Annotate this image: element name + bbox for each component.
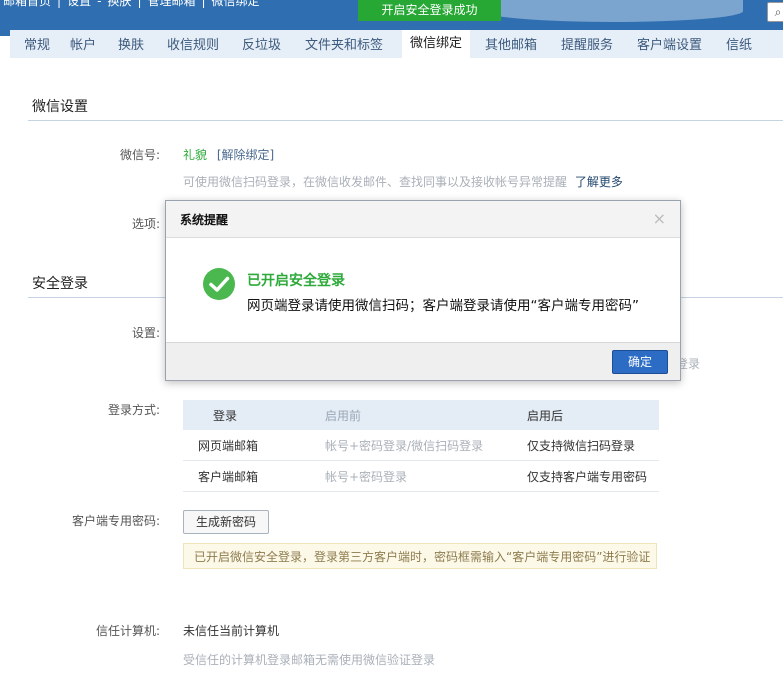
tab-folders-labels[interactable]: 文件夹和标签 — [305, 34, 383, 53]
top-separator: | — [201, 0, 206, 8]
top-link-manage[interactable]: 管理邮箱 — [144, 0, 198, 8]
tab-mail-rules[interactable]: 收信规则 — [167, 34, 219, 53]
table-header: 启用后 — [526, 400, 659, 430]
table-header-row: 登录 启用前 启用后 — [183, 400, 659, 430]
generate-password-button[interactable]: 生成新密码 — [183, 510, 269, 534]
section-title-wechat: 微信设置 — [32, 99, 88, 115]
table-cell: 帐号+密码登录 — [324, 460, 526, 492]
security-settings-label: 设置: — [131, 326, 160, 340]
tab-reminders[interactable]: 提醒服务 — [561, 34, 613, 53]
wechat-hint-row: 可使用微信扫码登录，在微信收发邮件、查找同事以及接收帐号异常提醒 了解更多 — [183, 173, 623, 190]
top-link-wechat[interactable]: 微信绑定 — [209, 0, 263, 8]
table-header: 登录 — [183, 400, 324, 430]
settings-tab-bar: 常规 帐户 换肤 收信规则 反垃圾 文件夹和标签 微信绑定 其他邮箱 提醒服务 … — [10, 30, 783, 58]
wechat-account-row: 礼貌 [解除绑定] — [183, 146, 274, 163]
client-password-label: 客户端专用密码: — [71, 514, 160, 528]
dialog-header: 系统提醒 × — [166, 201, 680, 238]
dialog-footer: 确定 — [166, 342, 680, 380]
options-label: 选项: — [131, 217, 160, 231]
top-link-settings[interactable]: 设置 — [64, 0, 94, 8]
success-toast: 开启安全登录成功 — [358, 0, 501, 21]
tab-antispam[interactable]: 反垃圾 — [242, 34, 281, 53]
login-method-label: 登录方式: — [107, 403, 160, 417]
top-separator: | — [137, 0, 142, 8]
dialog-message-title: 已开启安全登录 — [247, 273, 345, 289]
learn-more-link[interactable]: 了解更多 — [575, 175, 623, 189]
top-link-home[interactable]: 邮箱首页 — [0, 0, 54, 8]
table-cell: 客户端邮箱 — [183, 460, 324, 492]
top-link-skin[interactable]: 换肤 — [104, 0, 134, 8]
top-separator: - — [97, 0, 102, 8]
wechat-account-label: 微信号: — [119, 148, 160, 162]
client-password-notice: 已开启微信安全登录，登录第三方客户端时，密码框需输入“客户端专用密码”进行验证 — [183, 543, 657, 569]
top-nav-links: 邮箱首页 | 设置 - 换肤 | 管理邮箱 | 微信绑定 — [0, 0, 263, 9]
table-cell: 网页端邮箱 — [183, 430, 324, 461]
tab-client-settings[interactable]: 客户端设置 — [637, 34, 702, 53]
tab-other-mailbox[interactable]: 其他邮箱 — [485, 34, 537, 53]
tab-account[interactable]: 帐户 — [70, 34, 96, 53]
top-separator: | — [57, 0, 62, 8]
trusted-computer-value: 未信任当前计算机 — [183, 624, 280, 638]
table-row: 网页端邮箱 帐号+密码登录/微信扫码登录 仅支持微信扫码登录 — [183, 430, 659, 461]
dialog-message-body: 网页端登录请使用微信扫码；客户端登录请使用“客户端专用密码” — [247, 298, 639, 314]
unbind-link[interactable]: [解除绑定] — [217, 148, 274, 162]
tab-wechat-binding[interactable]: 微信绑定 — [402, 30, 471, 58]
system-alert-dialog: 系统提醒 × 已开启安全登录 网页端登录请使用微信扫码；客户端登录请使用“客户端… — [165, 200, 681, 381]
confirm-button[interactable]: 确定 — [612, 350, 668, 374]
tab-skin[interactable]: 换肤 — [118, 34, 144, 53]
section-title-security: 安全登录 — [32, 276, 88, 292]
check-circle-icon — [203, 268, 235, 300]
dialog-body: 已开启安全登录 网页端登录请使用微信扫码；客户端登录请使用“客户端专用密码” — [166, 238, 680, 344]
section-divider — [28, 120, 783, 121]
wechat-hint-text: 可使用微信扫码登录，在微信收发邮件、查找同事以及接收帐号异常提醒 — [183, 175, 568, 189]
table-row: 客户端邮箱 帐号+密码登录 仅支持客户端专用密码 — [183, 460, 659, 492]
table-header: 启用前 — [324, 400, 526, 430]
search-icon[interactable]: ⌕ — [767, 2, 783, 22]
login-method-table: 登录 启用前 启用后 网页端邮箱 帐号+密码登录/微信扫码登录 仅支持微信扫码登… — [183, 400, 659, 492]
tab-stationery[interactable]: 信纸 — [726, 34, 752, 53]
table-cell: 仅支持微信扫码登录 — [526, 430, 659, 461]
dialog-title: 系统提醒 — [180, 213, 229, 227]
trusted-computer-hint: 受信任的计算机登录邮箱无需使用微信验证登录 — [183, 653, 436, 667]
header-mountain-image — [483, 0, 743, 22]
table-cell: 帐号+密码登录/微信扫码登录 — [324, 430, 526, 461]
wechat-account-value: 礼貌 — [183, 148, 208, 162]
table-cell: 仅支持客户端专用密码 — [526, 460, 659, 492]
trusted-computer-label: 信任计算机: — [95, 624, 160, 638]
close-icon[interactable]: × — [653, 209, 666, 228]
tab-general[interactable]: 常规 — [24, 34, 50, 53]
